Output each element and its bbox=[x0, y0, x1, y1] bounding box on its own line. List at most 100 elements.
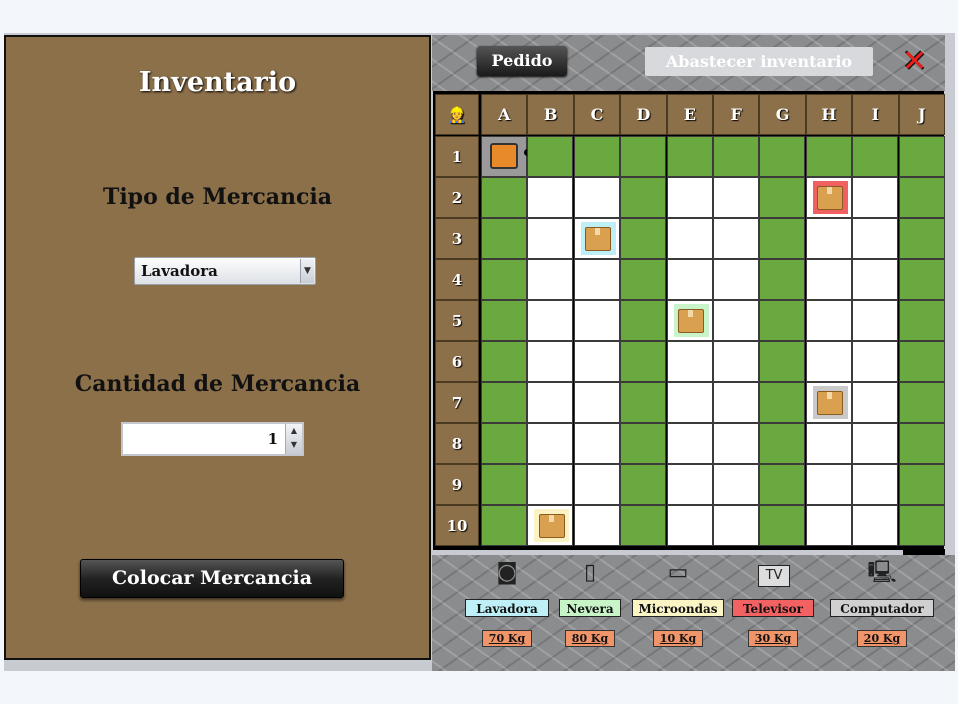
grid-cell-f5[interactable] bbox=[713, 300, 759, 341]
grid-cell-d4[interactable] bbox=[620, 259, 667, 300]
grid-cell-g4[interactable] bbox=[759, 259, 806, 300]
grid-cell-i1[interactable] bbox=[852, 136, 899, 177]
grid-cell-f1[interactable] bbox=[713, 136, 759, 177]
grid-cell-i8[interactable] bbox=[852, 423, 899, 464]
grid-cell-e3[interactable] bbox=[666, 218, 713, 259]
grid-cell-c3[interactable] bbox=[573, 218, 620, 259]
grid-cell-i3[interactable] bbox=[852, 218, 899, 259]
grid-cell-f10[interactable] bbox=[713, 505, 759, 546]
grid-cell-b5[interactable] bbox=[527, 300, 574, 341]
grid-cell-g3[interactable] bbox=[759, 218, 806, 259]
grid-cell-e4[interactable] bbox=[666, 259, 713, 300]
grid-cell-b9[interactable] bbox=[527, 464, 574, 505]
grid-cell-d6[interactable] bbox=[620, 341, 667, 382]
grid-cell-f9[interactable] bbox=[713, 464, 759, 505]
grid-cell-h1[interactable] bbox=[805, 136, 852, 177]
grid-cell-b6[interactable] bbox=[527, 341, 574, 382]
grid-cell-h2[interactable] bbox=[805, 177, 852, 218]
grid-cell-h3[interactable] bbox=[805, 218, 852, 259]
grid-cell-j8[interactable] bbox=[898, 423, 945, 464]
grid-cell-e8[interactable] bbox=[666, 423, 713, 464]
grid-cell-e6[interactable] bbox=[666, 341, 713, 382]
pedido-button[interactable]: Pedido bbox=[477, 46, 567, 76]
grid-cell-e5[interactable] bbox=[666, 300, 713, 341]
grid-cell-g9[interactable] bbox=[759, 464, 806, 505]
grid-cell-b4[interactable] bbox=[527, 259, 574, 300]
grid-cell-a3[interactable] bbox=[481, 218, 527, 259]
grid-cell-d9[interactable] bbox=[620, 464, 667, 505]
grid-cell-a10[interactable] bbox=[481, 505, 527, 546]
tipo-mercancia-select[interactable]: Lavadora ▼ bbox=[134, 257, 316, 285]
grid-cell-d7[interactable] bbox=[620, 382, 667, 423]
package-icon[interactable] bbox=[812, 386, 848, 419]
grid-cell-i2[interactable] bbox=[852, 177, 899, 218]
grid-cell-h4[interactable] bbox=[805, 259, 852, 300]
grid-cell-i10[interactable] bbox=[852, 505, 899, 546]
grid-cell-j1[interactable] bbox=[898, 136, 945, 177]
spinner-buttons[interactable]: ▲ ▼ bbox=[285, 424, 302, 454]
grid-cell-i4[interactable] bbox=[852, 259, 899, 300]
grid-cell-h5[interactable] bbox=[805, 300, 852, 341]
package-icon[interactable] bbox=[534, 509, 570, 542]
grid-cell-f4[interactable] bbox=[713, 259, 759, 300]
grid-cell-c8[interactable] bbox=[573, 423, 620, 464]
package-icon[interactable] bbox=[673, 304, 709, 337]
grid-cell-g2[interactable] bbox=[759, 177, 806, 218]
grid-cell-b1[interactable] bbox=[527, 136, 574, 177]
grid-cell-c2[interactable] bbox=[573, 177, 620, 218]
grid-cell-i9[interactable] bbox=[852, 464, 899, 505]
grid-cell-c7[interactable] bbox=[573, 382, 620, 423]
grid-cell-d5[interactable] bbox=[620, 300, 667, 341]
grid-cell-g8[interactable] bbox=[759, 423, 806, 464]
grid-cell-c1[interactable] bbox=[573, 136, 620, 177]
grid-cell-g6[interactable] bbox=[759, 341, 806, 382]
grid-cell-a8[interactable] bbox=[481, 423, 527, 464]
grid-cell-i7[interactable] bbox=[852, 382, 899, 423]
grid-cell-i6[interactable] bbox=[852, 341, 899, 382]
cantidad-value[interactable]: 1 bbox=[268, 430, 278, 448]
grid-cell-d10[interactable] bbox=[620, 505, 667, 546]
grid-cell-b7[interactable] bbox=[527, 382, 574, 423]
grid-cell-a7[interactable] bbox=[481, 382, 527, 423]
colocar-mercancia-button[interactable]: Colocar Mercancia bbox=[80, 559, 344, 598]
cantidad-spinner[interactable]: 1 ▲ ▼ bbox=[121, 422, 304, 456]
grid-cell-f8[interactable] bbox=[713, 423, 759, 464]
grid-cell-e10[interactable] bbox=[666, 505, 713, 546]
grid-cell-b8[interactable] bbox=[527, 423, 574, 464]
grid-cell-c10[interactable] bbox=[573, 505, 620, 546]
chevron-down-icon[interactable]: ▼ bbox=[300, 259, 314, 283]
grid-cell-b2[interactable] bbox=[527, 177, 574, 218]
grid-cell-f2[interactable] bbox=[713, 177, 759, 218]
grid-cell-c6[interactable] bbox=[573, 341, 620, 382]
grid-cell-e2[interactable] bbox=[666, 177, 713, 218]
grid-cell-j2[interactable] bbox=[898, 177, 945, 218]
grid-cell-d1[interactable] bbox=[620, 136, 667, 177]
grid-cell-d2[interactable] bbox=[620, 177, 667, 218]
grid-cell-a6[interactable] bbox=[481, 341, 527, 382]
grid-cell-c5[interactable] bbox=[573, 300, 620, 341]
grid-cell-a2[interactable] bbox=[481, 177, 527, 218]
grid-cell-c4[interactable] bbox=[573, 259, 620, 300]
grid-cell-b10[interactable] bbox=[527, 505, 574, 546]
grid-cell-g1[interactable] bbox=[759, 136, 806, 177]
grid-cell-h6[interactable] bbox=[805, 341, 852, 382]
grid-cell-j4[interactable] bbox=[898, 259, 945, 300]
grid-cell-e9[interactable] bbox=[666, 464, 713, 505]
grid-cell-a9[interactable] bbox=[481, 464, 527, 505]
grid-cell-e7[interactable] bbox=[666, 382, 713, 423]
grid-cell-a4[interactable] bbox=[481, 259, 527, 300]
grid-cell-i5[interactable] bbox=[852, 300, 899, 341]
grid-cell-h9[interactable] bbox=[805, 464, 852, 505]
grid-cell-f7[interactable] bbox=[713, 382, 759, 423]
grid-cell-j6[interactable] bbox=[898, 341, 945, 382]
grid-cell-e1[interactable] bbox=[666, 136, 713, 177]
grid-cell-f6[interactable] bbox=[713, 341, 759, 382]
grid-cell-h10[interactable] bbox=[805, 505, 852, 546]
package-icon[interactable] bbox=[812, 181, 848, 214]
grid-cell-h8[interactable] bbox=[805, 423, 852, 464]
grid-cell-d8[interactable] bbox=[620, 423, 667, 464]
grid-cell-a5[interactable] bbox=[481, 300, 527, 341]
grid-cell-j5[interactable] bbox=[898, 300, 945, 341]
grid-cell-j7[interactable] bbox=[898, 382, 945, 423]
grid-cell-j10[interactable] bbox=[898, 505, 945, 546]
